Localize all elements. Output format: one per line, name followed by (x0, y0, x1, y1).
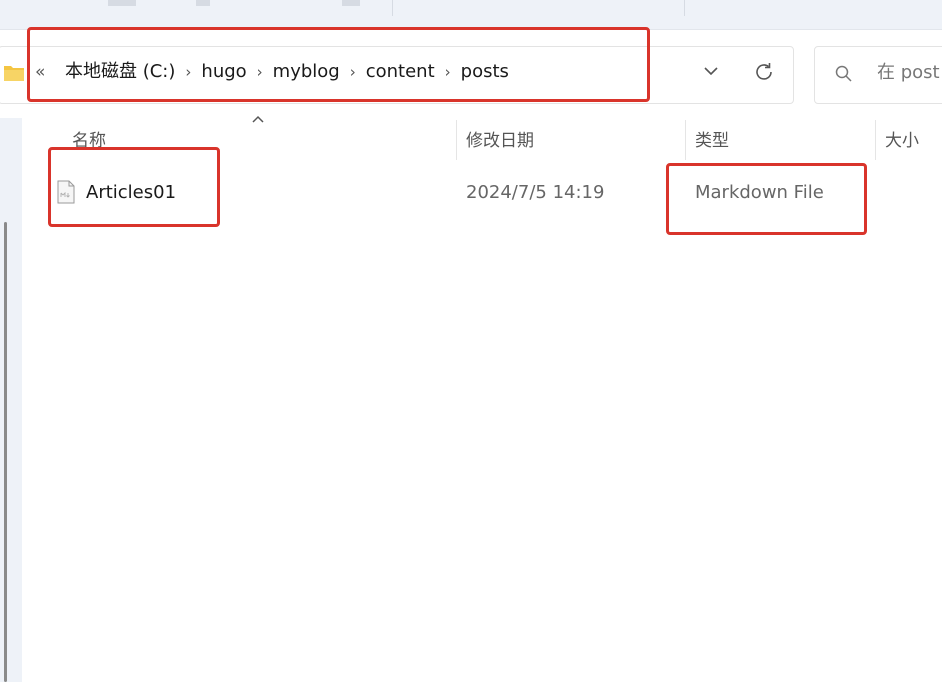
toolbar-strip (0, 0, 942, 30)
toolbar-separator (684, 0, 685, 16)
breadcrumb-segment-hugo[interactable]: hugo (200, 60, 247, 84)
chevron-right-icon[interactable]: › (176, 60, 200, 84)
file-modified-date: 2024/7/5 14:19 (466, 182, 605, 203)
toolbar-stub (108, 0, 136, 6)
column-header-name[interactable]: 名称 (72, 130, 106, 152)
column-header-date[interactable]: 修改日期 (466, 130, 534, 152)
markdown-file-icon (57, 180, 75, 204)
column-divider[interactable] (875, 120, 876, 160)
toolbar-stub (196, 0, 210, 6)
refresh-icon[interactable] (752, 60, 776, 84)
chevron-right-icon[interactable]: › (436, 60, 460, 84)
column-header-size[interactable]: 大小 (885, 130, 919, 152)
breadcrumb-overflow-button[interactable]: « (35, 60, 45, 84)
file-type: Markdown File (695, 182, 824, 203)
column-divider[interactable] (685, 120, 686, 160)
file-name[interactable]: Articles01 (86, 181, 176, 205)
toolbar-stub (342, 0, 360, 6)
chevron-right-icon[interactable]: › (248, 60, 272, 84)
toolbar-separator (392, 0, 393, 16)
column-header-type[interactable]: 类型 (695, 130, 729, 152)
column-divider[interactable] (456, 120, 457, 160)
chevron-down-icon[interactable] (702, 64, 720, 78)
breadcrumb-segment-drive[interactable]: 本地磁盘 (C:) (64, 60, 176, 84)
breadcrumb: 本地磁盘 (C:) › hugo › myblog › content › po… (64, 60, 510, 84)
navigation-pane-scrollbar[interactable] (4, 222, 7, 682)
breadcrumb-segment-myblog[interactable]: myblog (272, 60, 341, 84)
search-placeholder: 在 post (877, 62, 940, 83)
folder-icon (4, 66, 24, 81)
breadcrumb-segment-content[interactable]: content (365, 60, 436, 84)
chevron-right-icon[interactable]: › (341, 60, 365, 84)
navigation-row: « 本地磁盘 (C:) › hugo › myblog › content › … (0, 30, 942, 118)
sort-ascending-icon (252, 115, 264, 123)
search-icon (835, 65, 852, 82)
breadcrumb-segment-posts[interactable]: posts (460, 60, 510, 84)
